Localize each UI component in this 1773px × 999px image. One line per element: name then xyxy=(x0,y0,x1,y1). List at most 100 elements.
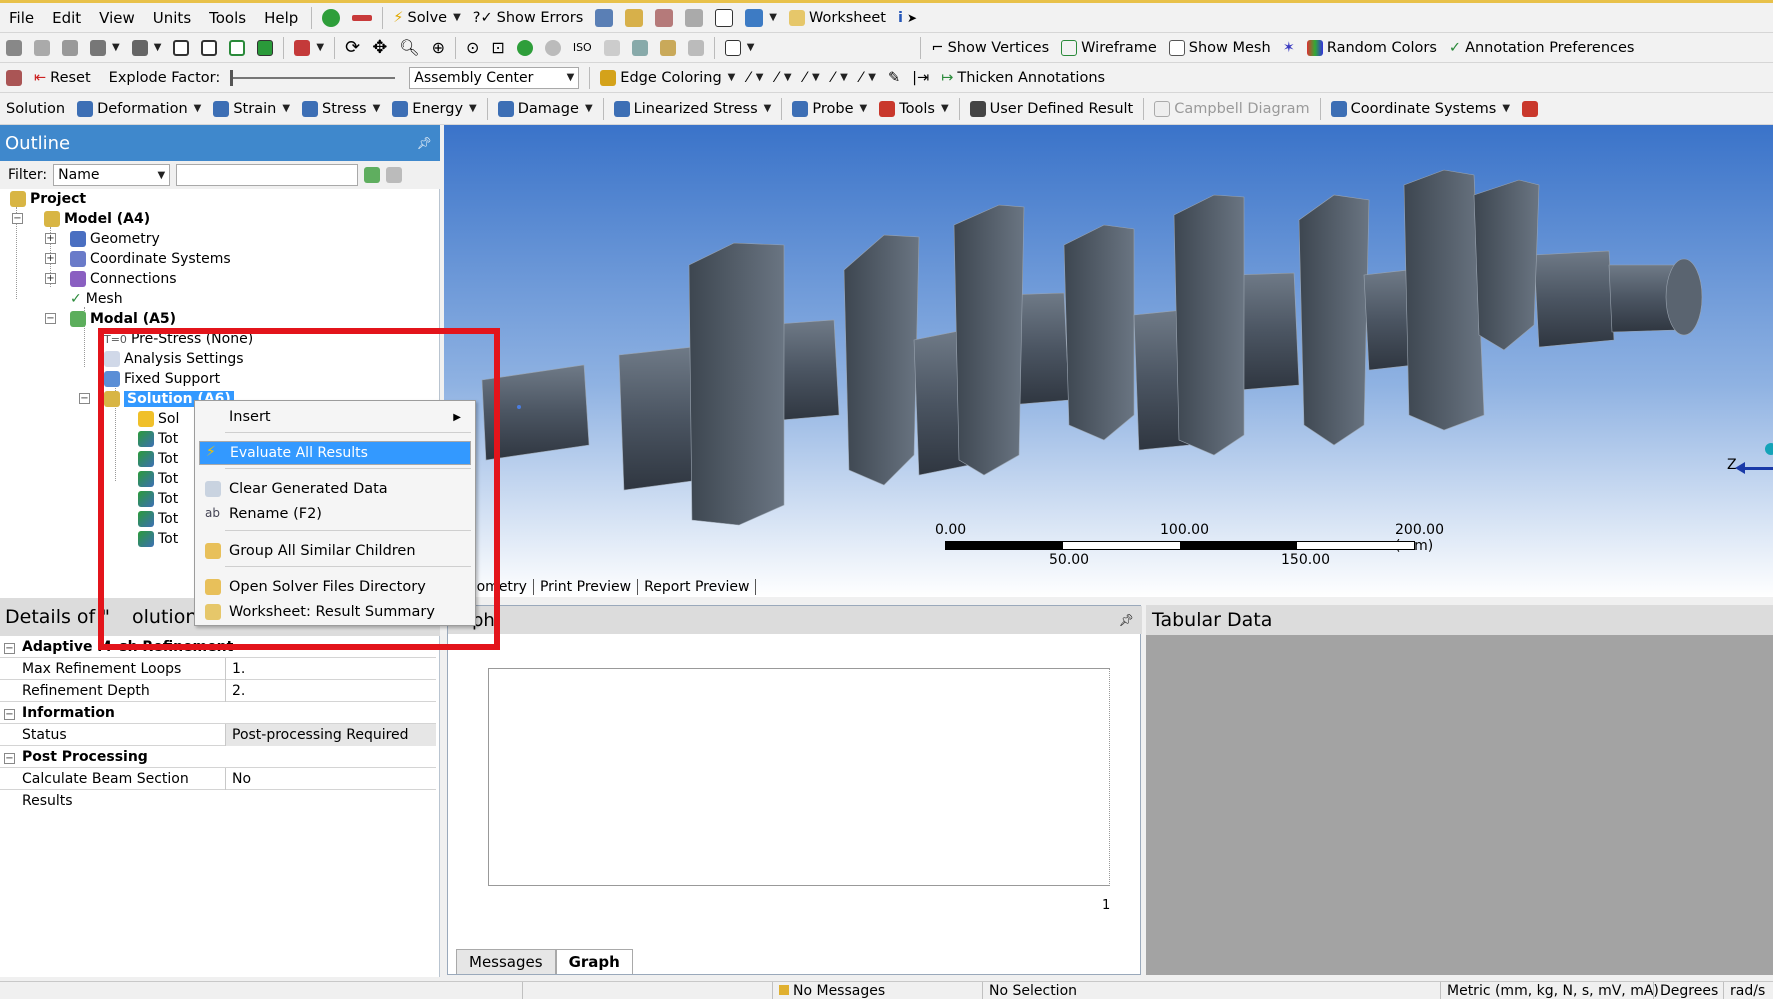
zoom-all-button[interactable]: ⊡ xyxy=(485,35,510,61)
row-max-refinement-loops[interactable]: Max Refinement Loops 1. xyxy=(0,657,436,680)
menu-help[interactable]: Help xyxy=(255,9,307,27)
menu-file[interactable]: File xyxy=(0,9,43,27)
menu-view[interactable]: View xyxy=(90,9,144,27)
filter-select[interactable]: Name ▼ xyxy=(53,164,171,186)
zoom-fit-button[interactable]: ⊙ xyxy=(460,35,485,61)
select-mode-button[interactable]: ▼ xyxy=(84,35,126,61)
collapse-post-processing[interactable]: − xyxy=(4,753,15,764)
explode-factor-slider[interactable] xyxy=(230,69,396,86)
menu-edit[interactable]: Edit xyxy=(43,9,90,27)
pointer-button[interactable]: ▼ xyxy=(126,35,168,61)
expand-connections[interactable]: + xyxy=(45,273,56,284)
collapse-solution[interactable]: − xyxy=(79,393,90,404)
view-button[interactable] xyxy=(626,35,654,61)
show-errors-button[interactable]: ?✓ Show Errors xyxy=(467,5,590,31)
tools-button[interactable]: Tools ▼ xyxy=(873,96,954,122)
update-button[interactable] xyxy=(346,5,378,31)
axes-button[interactable]: ✶ xyxy=(1277,35,1301,61)
tree-item-geometry[interactable]: Geometry xyxy=(70,229,160,249)
viewport-layout-button[interactable]: ▼ xyxy=(719,35,761,61)
select-body-b[interactable] xyxy=(195,35,223,61)
stress-button[interactable]: Stress ▼ xyxy=(296,96,386,122)
menu-item-open-solver-files-directory[interactable]: Open Solver Files Directory xyxy=(199,575,471,599)
solution-label-button[interactable]: Solution xyxy=(0,96,71,122)
tree-item-total-deformation[interactable]: Tot xyxy=(138,429,178,449)
collapse-modal[interactable]: − xyxy=(45,313,56,324)
tb1-icon-a[interactable] xyxy=(589,5,619,31)
validate-button[interactable] xyxy=(316,5,346,31)
select-body-c[interactable] xyxy=(223,35,251,61)
tree-item-solution-information[interactable]: Sol xyxy=(138,409,179,429)
extend-select-button[interactable]: ▼ xyxy=(288,35,330,61)
edge-style-e[interactable]: ⁄ ▼ xyxy=(854,65,882,91)
tree-item-mesh[interactable]: ✓ Mesh xyxy=(70,289,123,309)
tree-item-connections[interactable]: Connections xyxy=(70,269,177,289)
tb1-icon-b[interactable] xyxy=(619,5,649,31)
pin-button[interactable]: ✎ xyxy=(882,65,906,91)
strain-button[interactable]: Strain ▼ xyxy=(207,96,296,122)
tab-graph[interactable]: Graph xyxy=(555,948,633,974)
edge-style-c[interactable]: ⁄ ▼ xyxy=(798,65,826,91)
edge-style-b[interactable]: ⁄ ▼ xyxy=(770,65,798,91)
zoom-button[interactable]: 🔍︎ xyxy=(393,35,425,61)
tree-item-total-deformation[interactable]: Tot xyxy=(138,489,178,509)
tb1-icon-c[interactable] xyxy=(649,5,679,31)
row-refinement-depth[interactable]: Refinement Depth 2. xyxy=(0,679,436,702)
group-post-processing[interactable]: Post Processing xyxy=(0,746,436,768)
row-status[interactable]: Status Post-processing Required xyxy=(0,723,436,746)
menu-item-rename[interactable]: ab Rename (F2) xyxy=(199,502,471,526)
campbell-diagram-button[interactable]: Campbell Diagram xyxy=(1148,96,1315,122)
collapse-information[interactable]: − xyxy=(4,709,15,720)
status-units[interactable]: Metric (mm, kg, N, s, mV, mA) xyxy=(1440,982,1659,999)
dim-button[interactable] xyxy=(654,35,682,61)
tab-print-preview[interactable]: Print Preview xyxy=(534,579,639,595)
show-vertices-button[interactable]: ⌐ Show Vertices xyxy=(925,35,1055,61)
hand-button[interactable] xyxy=(598,35,626,61)
select-body-a[interactable] xyxy=(167,35,195,61)
iso-button[interactable]: ISO xyxy=(567,35,598,61)
status-messages[interactable]: No Messages xyxy=(772,982,982,999)
tag-button[interactable] xyxy=(682,35,710,61)
tree-item-project[interactable]: Project xyxy=(10,189,86,209)
tree-item-total-deformation[interactable]: Tot xyxy=(138,449,178,469)
slider-thumb[interactable] xyxy=(230,69,234,86)
status-rate[interactable]: rad/s xyxy=(1723,982,1773,999)
edge-style-d[interactable]: ⁄ ▼ xyxy=(826,65,854,91)
tree-item-analysis-settings[interactable]: Analysis Settings xyxy=(104,349,244,369)
edge-style-a[interactable]: ⁄ ▼ xyxy=(741,65,769,91)
tree-item-fixed-support[interactable]: Fixed Support xyxy=(104,369,220,389)
filter-input[interactable] xyxy=(176,164,359,186)
zoom-box-button[interactable]: ⊕ xyxy=(426,35,451,61)
crankshaft-model[interactable] xyxy=(444,125,1773,577)
energy-button[interactable]: Energy ▼ xyxy=(386,96,482,122)
pin-icon[interactable]: 📌︎ xyxy=(417,136,432,150)
tree-item-model[interactable]: Model (A4) xyxy=(44,209,150,229)
solve-button[interactable]: ⚡ Solve ▼ xyxy=(387,5,467,31)
tb1-icon-e[interactable] xyxy=(709,5,739,31)
tree-item-total-deformation[interactable]: Tot xyxy=(138,509,178,529)
coordinate-systems-button[interactable]: Coordinate Systems ▼ xyxy=(1325,96,1516,122)
tab-messages[interactable]: Messages xyxy=(456,948,556,974)
worksheet-button[interactable]: Worksheet xyxy=(783,5,892,31)
explode-icon-button[interactable] xyxy=(0,65,28,91)
random-colors-button[interactable]: Random Colors xyxy=(1301,35,1443,61)
menu-item-insert[interactable]: Insert ▶ xyxy=(199,405,471,429)
collapse-adaptive[interactable]: − xyxy=(4,643,15,654)
show-mesh-button[interactable]: Show Mesh xyxy=(1163,35,1277,61)
edge-coloring-button[interactable]: Edge Coloring ▼ xyxy=(594,65,741,91)
group-information[interactable]: Information xyxy=(0,702,436,724)
menu-units[interactable]: Units xyxy=(144,9,200,27)
group-adaptive[interactable]: Adaptive M sh Refinement xyxy=(0,636,436,658)
menu-item-worksheet-result-summary[interactable]: Worksheet: Result Summary xyxy=(199,600,471,624)
damage-button[interactable]: Damage ▼ xyxy=(492,96,599,122)
tree-item-modal[interactable]: Modal (A5) xyxy=(70,309,176,329)
select-edge-button[interactable] xyxy=(28,35,56,61)
annotation-prefs-button[interactable]: ✓ Annotation Preferences xyxy=(1443,35,1641,61)
row-calculate-beam[interactable]: Calculate Beam Section Results No xyxy=(0,767,436,809)
wireframe-button[interactable]: Wireframe xyxy=(1055,35,1163,61)
previous-view-button[interactable] xyxy=(539,35,567,61)
linearized-stress-button[interactable]: Linearized Stress ▼ xyxy=(608,96,778,122)
menu-tools[interactable]: Tools xyxy=(200,9,255,27)
tree-item-total-deformation[interactable]: Tot xyxy=(138,469,178,489)
menu-item-clear-generated-data[interactable]: Clear Generated Data xyxy=(199,477,471,501)
